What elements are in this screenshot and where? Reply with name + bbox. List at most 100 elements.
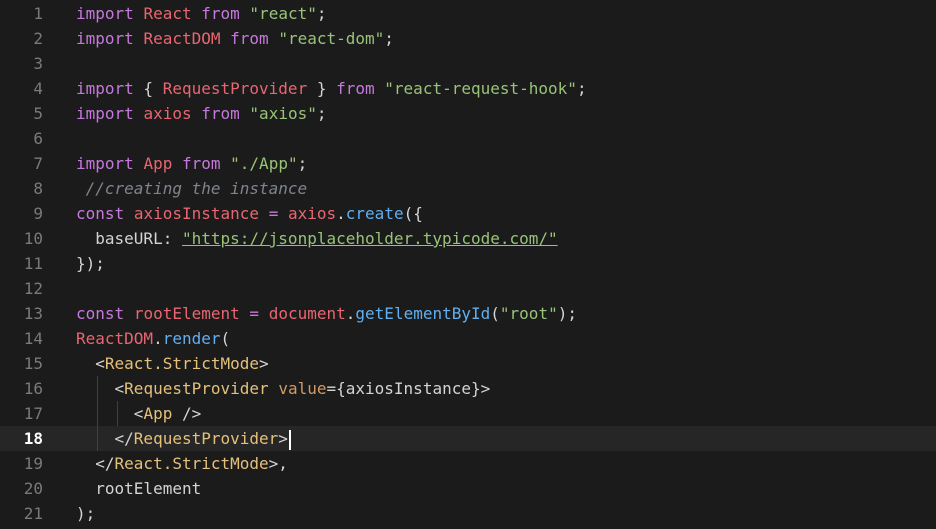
token-punct: </ (76, 454, 115, 473)
token-punct: < (76, 404, 144, 423)
code-line[interactable]: 20 rootElement (0, 476, 936, 501)
code-line[interactable]: 3 (0, 51, 936, 76)
code-line[interactable]: 15 <React.StrictMode> (0, 351, 936, 376)
code-editor[interactable]: 1 import React from "react"; 2 import React… (0, 0, 936, 529)
token-punct: ; (316, 4, 327, 23)
token-punct: ; (316, 104, 327, 123)
token-tag: App (143, 404, 173, 423)
line-number: 1 (33, 4, 43, 23)
token-tag: React.StrictMode (104, 354, 260, 373)
code-line[interactable]: 2 import ReactDOM from "react-dom"; (0, 26, 936, 51)
code-line[interactable]: 19 </React.StrictMode>, (0, 451, 936, 476)
token-string: "react" (249, 4, 317, 23)
code-text: <RequestProvider value={axiosInstance}> (76, 376, 491, 401)
token-keyword: const (76, 304, 125, 323)
token-punct: }); (76, 254, 105, 273)
code-text: import { RequestProvider } from "react-r… (76, 76, 587, 101)
code-line[interactable]: 10 baseURL: "https://jsonplaceholder.typ… (0, 226, 936, 251)
token-keyword: import (76, 79, 134, 98)
token-punct (375, 79, 385, 98)
line-number: 11 (23, 254, 43, 273)
token-string: "https://jsonplaceholder.typicode.com/" (181, 229, 558, 248)
token-keyword: import (76, 4, 134, 23)
token-identifier: RequestProvider (162, 79, 308, 98)
token-punct (269, 379, 279, 398)
token-keyword: import (76, 29, 134, 48)
code-text: <App /> (76, 401, 201, 426)
token-punct: < (76, 379, 125, 398)
token-punct: < (76, 354, 105, 373)
line-number: 4 (33, 79, 43, 98)
token-punct: /> (172, 404, 202, 423)
token-string: "./App" (230, 154, 298, 173)
token-tag: RequestProvider (133, 429, 279, 448)
line-number: 15 (23, 354, 43, 373)
code-line[interactable]: 16 <RequestProvider value={axiosInstance… (0, 376, 936, 401)
token-tag: RequestProvider (124, 379, 269, 398)
code-line[interactable]: 4 import { RequestProvider } from "react-… (0, 76, 936, 101)
line-number: 18 (23, 429, 43, 448)
token-punct: ={axiosInstance}> (326, 379, 491, 398)
token-comment: //creating the instance (76, 179, 308, 198)
token-keyword: from (230, 29, 269, 48)
code-line[interactable]: 12 (0, 276, 936, 301)
code-line[interactable]: 9 const axiosInstance = axios.create({ (0, 201, 936, 226)
code-line[interactable]: 14 ReactDOM.render( (0, 326, 936, 351)
token-keyword: from (336, 79, 375, 98)
token-punct (124, 304, 134, 323)
code-line[interactable]: 17 <App /> (0, 401, 936, 426)
code-text: <React.StrictMode> (76, 351, 269, 376)
token-punct: ; (384, 29, 394, 48)
code-text: import axios from "axios"; (76, 101, 327, 126)
token-punct (278, 204, 288, 223)
token-keyword: = (268, 204, 279, 223)
token-punct (134, 104, 144, 123)
code-line[interactable]: 11}); (0, 251, 936, 276)
token-identifier: ReactDOM (76, 329, 154, 348)
line-number: 9 (33, 204, 43, 223)
token-punct (221, 29, 231, 48)
token-punct: rootElement (76, 479, 202, 498)
token-punct (259, 204, 269, 223)
token-punct (240, 104, 250, 123)
token-identifier: document (268, 304, 346, 323)
code-line[interactable]: 7 import App from "./App"; (0, 151, 936, 176)
line-number: 19 (23, 454, 43, 473)
token-keyword: import (76, 154, 134, 173)
token-string: "axios" (249, 104, 317, 123)
token-keyword: from (201, 104, 240, 123)
token-string: "root" (499, 304, 558, 323)
code-line[interactable]: 5 import axios from "axios"; (0, 101, 936, 126)
code-line[interactable]: 1 import React from "react"; (0, 1, 936, 26)
token-identifier: ReactDOM (143, 29, 221, 48)
code-text: const axiosInstance = axios.create({ (76, 201, 423, 226)
token-punct (192, 4, 202, 23)
token-tag: React.StrictMode (114, 454, 269, 473)
token-punct (269, 29, 279, 48)
code-line[interactable]: 8 //creating the instance (0, 176, 936, 201)
token-punct: ); (76, 504, 96, 523)
token-punct (259, 304, 269, 323)
line-number: 10 (23, 229, 43, 248)
code-line[interactable]: 6 (0, 126, 936, 151)
token-punct: { (133, 79, 163, 98)
token-punct: ; (297, 154, 308, 173)
line-number: 21 (23, 504, 43, 523)
token-punct: ); (557, 304, 577, 323)
code-line[interactable]: 13 const rootElement = document.getElemen… (0, 301, 936, 326)
line-number: 6 (33, 129, 43, 148)
code-text: baseURL: "https://jsonplaceholder.typico… (76, 226, 558, 251)
token-keyword: const (76, 204, 125, 223)
line-number: 8 (33, 179, 43, 198)
token-punct: > (259, 354, 269, 373)
token-punct: ( (490, 304, 500, 323)
code-text: }); (76, 251, 105, 276)
code-line[interactable]: 18 </RequestProvider> (0, 426, 936, 451)
code-line[interactable]: 21); (0, 501, 936, 526)
code-text: </React.StrictMode>, (76, 451, 288, 476)
token-identifier: App (143, 154, 173, 173)
token-punct (221, 154, 231, 173)
token-punct (124, 204, 134, 223)
token-identifier: rootElement (133, 304, 240, 323)
token-punct: baseURL: (76, 229, 182, 248)
